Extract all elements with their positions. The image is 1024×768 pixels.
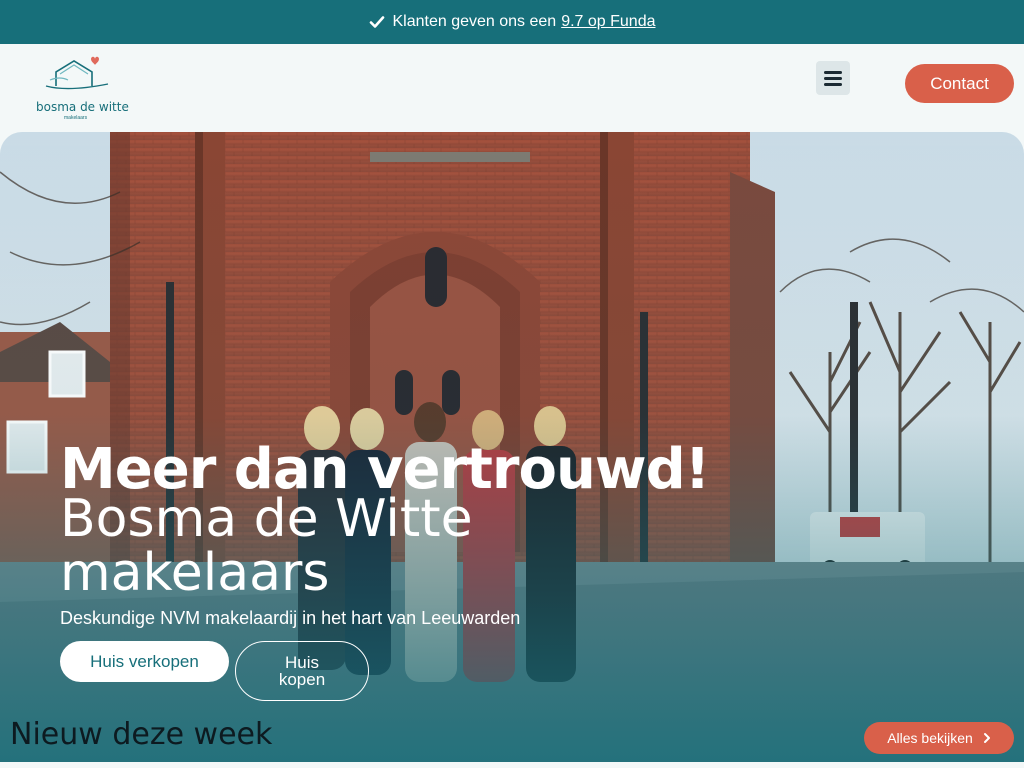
new-this-week-heading: Nieuw deze week (10, 717, 273, 752)
funda-rating-link[interactable]: 9.7 op Funda (561, 13, 655, 31)
logo-subtitle: makelaars (64, 115, 88, 121)
hamburger-menu-button[interactable] (816, 61, 850, 95)
hamburger-icon (824, 70, 842, 74)
view-all-button[interactable]: Alles bekijken (864, 722, 1014, 754)
site-header: bosma de witte makelaars Contact (0, 44, 1024, 132)
hero-subtitle: Bosma de Witte makelaars (60, 492, 473, 600)
announcement-bar: Klanten geven ons een 9.7 op Funda (0, 0, 1024, 44)
hero-subtitle-line1: Bosma de Witte (60, 489, 473, 549)
contact-button[interactable]: Contact (905, 64, 1014, 103)
buy-house-button[interactable]: Huis kopen (235, 641, 369, 701)
house-logo-icon (45, 56, 109, 90)
hero-section: Meer dan vertrouwd! Bosma de Witte makel… (0, 132, 1024, 762)
logo-name: bosma de witte (36, 100, 129, 114)
hero-tagline: Deskundige NVM makelaardij in het hart v… (60, 608, 521, 628)
check-icon (369, 16, 384, 28)
hero-subtitle-line2: makelaars (60, 543, 330, 603)
chevron-right-icon (983, 733, 990, 743)
view-all-label: Alles bekijken (887, 730, 973, 746)
logo[interactable]: bosma de witte makelaars (34, 56, 129, 121)
sell-house-button[interactable]: Huis verkopen (60, 641, 229, 682)
announcement-text: Klanten geven ons een (392, 13, 557, 30)
